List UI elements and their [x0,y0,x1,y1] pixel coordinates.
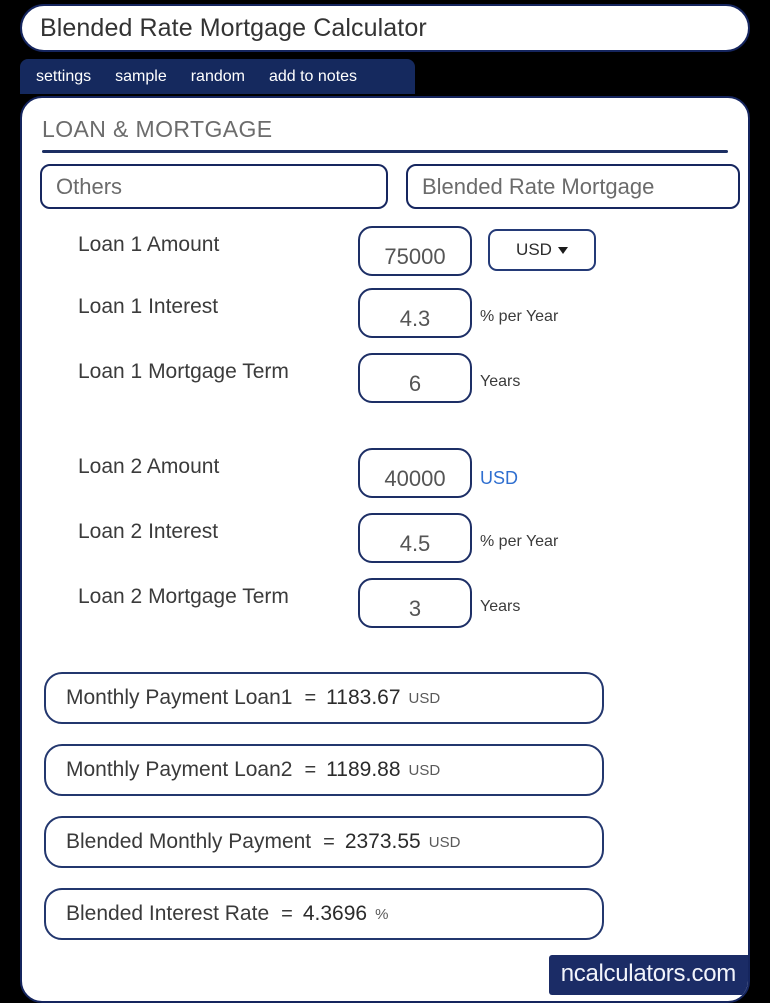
input-loan1-amount[interactable] [358,226,472,276]
result-unit: USD [408,689,441,707]
unit-loan2-amount[interactable]: USD [480,468,518,489]
selector-row: Others Blended Rate Mortgage [40,164,740,209]
calculator-app: Blended Rate Mortgage Calculator setting… [0,0,770,1003]
label-loan2-interest: Loan 2 Interest [78,520,219,543]
field-row-loan2-interest: Loan 2 Interest % per Year [22,513,748,578]
label-loan1-amount: Loan 1 Amount [78,233,220,256]
field-row-loan1-amount: Loan 1 Amount USD [22,226,748,288]
unit-loan1-term: Years [480,373,521,390]
result-equals: = [281,902,293,925]
field-row-loan2-amount: Loan 2 Amount USD [22,448,748,513]
result-blended-interest-rate: Blended Interest Rate = 4.3696 % [44,888,604,940]
category-select-value: Others [56,173,123,199]
unit-loan2-term: Years [480,598,521,615]
field-row-loan1-interest: Loan 1 Interest % per Year [22,288,748,353]
label-loan2-amount: Loan 2 Amount [78,455,220,478]
input-loan1-term[interactable] [358,353,472,403]
input-loan2-amount[interactable] [358,448,472,498]
window-title-bar: Blended Rate Mortgage Calculator [20,4,750,52]
result-unit: USD [408,761,441,779]
result-unit: USD [428,833,461,851]
section-header: LOAN & MORTGAGE [42,116,728,153]
field-row-loan1-term: Loan 1 Mortgage Term Years [22,353,748,448]
result-value: 4.3696 [302,902,368,925]
input-fields: Loan 1 Amount USD Loan 1 Interest % per … [22,226,748,673]
brand-badge: ncalculators.com [548,955,748,995]
label-loan2-term: Loan 2 Mortgage Term [78,585,289,608]
calculator-card: LOAN & MORTGAGE Others Blended Rate Mort… [20,96,750,1003]
unit-loan2-interest: % per Year [480,533,559,550]
result-value: 1183.67 [326,686,401,709]
brand-text: ncalculators.com [560,960,737,987]
page-title: Blended Rate Mortgage Calculator [40,13,427,42]
input-loan2-interest[interactable] [358,513,472,563]
category-select[interactable]: Others [40,164,388,209]
result-equals: = [304,758,317,781]
currency-dropdown-loan1[interactable]: USD [488,229,596,271]
result-monthly-payment-loan1: Monthly Payment Loan1 = 1183.67 USD [44,672,604,724]
calculator-select-value: Blended Rate Mortgage [422,173,655,199]
label-loan1-interest: Loan 1 Interest [78,295,219,318]
tab-sample[interactable]: sample [115,68,167,86]
input-loan2-term[interactable] [358,578,472,628]
currency-dropdown-value: USD [516,240,552,259]
input-loan1-interest[interactable] [358,288,472,338]
result-equals: = [304,686,317,709]
label-loan1-term: Loan 1 Mortgage Term [78,360,289,383]
result-label: Blended Interest Rate [66,902,270,925]
result-label: Monthly Payment Loan2 [66,758,293,781]
result-value: 2373.55 [344,830,421,853]
result-label: Blended Monthly Payment [66,830,312,853]
results-panel: Monthly Payment Loan1 = 1183.67 USD Mont… [44,672,734,960]
unit-loan1-interest: % per Year [480,308,559,325]
result-monthly-payment-loan2: Monthly Payment Loan2 = 1189.88 USD [44,744,604,796]
calculator-select[interactable]: Blended Rate Mortgage [406,164,740,209]
field-row-loan2-term: Loan 2 Mortgage Term Years [22,578,748,673]
result-equals: = [323,830,335,853]
result-blended-monthly-payment: Blended Monthly Payment = 2373.55 USD [44,816,604,868]
chevron-down-icon [557,246,568,254]
result-label: Monthly Payment Loan1 [66,686,293,709]
tab-add-to-notes[interactable]: add to notes [269,68,357,86]
section-divider [42,150,728,153]
tab-settings[interactable]: settings [36,68,91,86]
result-value: 1189.88 [326,758,401,781]
tab-random[interactable]: random [191,68,245,86]
section-title: LOAN & MORTGAGE [42,116,273,142]
tab-bar: settings sample random add to notes [20,59,415,94]
result-unit: % [375,905,389,923]
